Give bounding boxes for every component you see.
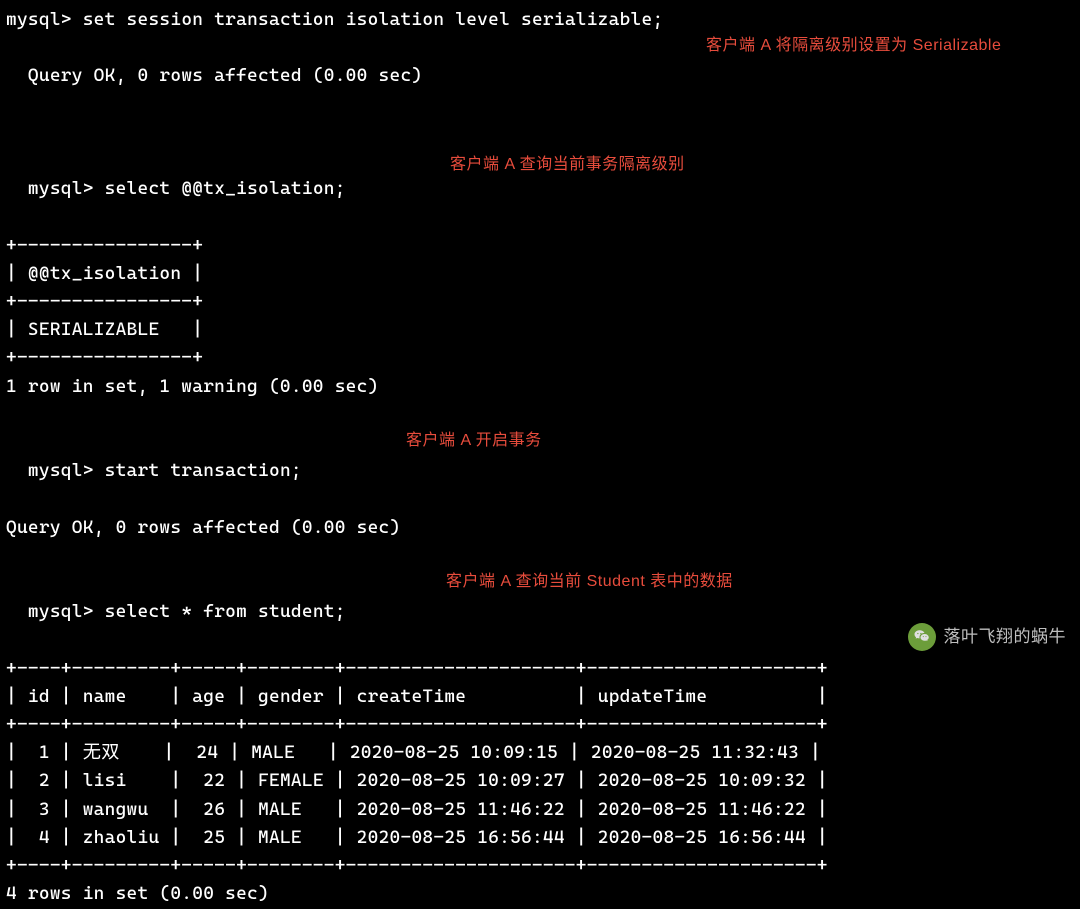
mysql-prompt: mysql> (28, 460, 94, 481)
table-header-row: | @@tx_isolation | (6, 260, 1080, 288)
wechat-icon (908, 623, 936, 651)
sql-command: select @@tx_isolation; (105, 178, 346, 199)
column-header-name: name (83, 686, 127, 707)
cell-id: 3 (39, 799, 50, 820)
query-result: Query OK, 0 rows affected (0.00 sec) (28, 65, 422, 86)
cell-value: SERIALIZABLE (28, 319, 159, 340)
cell-age: 24 (196, 742, 218, 763)
cell-updatetime: 2020-08-25 11:46:22 (598, 799, 806, 820)
sql-command: start transaction; (105, 460, 302, 481)
table-row: | SERIALIZABLE | (6, 316, 1080, 344)
cell-createtime: 2020-08-25 10:09:27 (357, 770, 565, 791)
query-result: 1 row in set, 1 warning (0.00 sec) (6, 373, 1080, 401)
terminal-line: mysql> select @@tx_isolation; 客户端 A 查询当前… (6, 147, 1080, 232)
cell-gender: FEMALE (258, 770, 324, 791)
query-result: Query OK, 0 rows affected (0.00 sec) (6, 514, 1080, 542)
table-border: +----------------+ (6, 288, 1080, 316)
terminal-blank (6, 401, 1080, 429)
table-border: +----+---------+-----+--------+---------… (6, 852, 1080, 880)
annotation-start-txn: 客户端 A 开启事务 (406, 429, 542, 454)
table-row: | 3 | wangwu | 26 | MALE | 2020-08-25 11… (6, 796, 1080, 824)
cell-createtime: 2020-08-25 10:09:15 (350, 742, 558, 763)
table-header-row: | id | name | age | gender | createTime … (6, 683, 1080, 711)
column-header-gender: gender (258, 686, 324, 707)
table-row: | 2 | lisi | 22 | FEMALE | 2020-08-25 10… (6, 767, 1080, 795)
table-border: +----+---------+-----+--------+---------… (6, 711, 1080, 739)
terminal-blank (6, 542, 1080, 570)
annotation-set-isolation: 客户端 A 将隔离级别设置为 Serializable (706, 34, 1001, 59)
cell-gender: MALE (251, 742, 295, 763)
table-row: | 4 | zhaoliu | 25 | MALE | 2020-08-25 1… (6, 824, 1080, 852)
column-header: @@tx_isolation (28, 263, 181, 284)
terminal-line: mysql> set session transaction isolation… (6, 6, 1080, 34)
query-result: 4 rows in set (0.00 sec) (6, 880, 1080, 908)
watermark-text: 落叶飞翔的蜗牛 (944, 624, 1067, 650)
cell-age: 26 (203, 799, 225, 820)
cell-name: lisi (83, 770, 127, 791)
cell-updatetime: 2020-08-25 10:09:32 (598, 770, 806, 791)
cell-id: 2 (39, 770, 50, 791)
column-header-age: age (192, 686, 225, 707)
cell-updatetime: 2020-08-25 16:56:44 (598, 827, 806, 848)
annotation-select-student: 客户端 A 查询当前 Student 表中的数据 (446, 570, 733, 595)
cell-name: 无双 (83, 742, 120, 763)
column-header-id: id (28, 686, 50, 707)
cell-name: wangwu (83, 799, 149, 820)
watermark: 落叶飞翔的蜗牛 (908, 623, 1067, 651)
column-header-createtime: createTime (357, 686, 467, 707)
column-header-updatetime: updateTime (598, 686, 708, 707)
cell-updatetime: 2020-08-25 11:32:43 (591, 742, 799, 763)
cell-gender: MALE (258, 827, 302, 848)
sql-command: select * from student; (105, 601, 346, 622)
sql-command: set session transaction isolation level … (83, 9, 664, 30)
mysql-prompt: mysql> (6, 9, 72, 30)
table-row: | 1 | 无双 | 24 | MALE | 2020-08-25 10:09:… (6, 739, 1080, 767)
cell-age: 22 (203, 770, 225, 791)
cell-id: 1 (39, 742, 50, 763)
annotation-select-isolation: 客户端 A 查询当前事务隔离级别 (450, 153, 685, 178)
terminal-blank (6, 119, 1080, 147)
cell-createtime: 2020-08-25 11:46:22 (357, 799, 565, 820)
cell-id: 4 (39, 827, 50, 848)
cell-name: zhaoliu (83, 827, 160, 848)
cell-gender: MALE (258, 799, 302, 820)
mysql-prompt: mysql> (28, 601, 94, 622)
table-border: +----------------+ (6, 344, 1080, 372)
terminal-line: mysql> start transaction; 客户端 A 开启事务 (6, 429, 1080, 514)
table-border: +----+---------+-----+--------+---------… (6, 655, 1080, 683)
mysql-prompt: mysql> (28, 178, 94, 199)
cell-age: 25 (203, 827, 225, 848)
cell-createtime: 2020-08-25 16:56:44 (357, 827, 565, 848)
terminal-line: Query OK, 0 rows affected (0.00 sec) 客户端… (6, 34, 1080, 119)
table-border: +----------------+ (6, 232, 1080, 260)
